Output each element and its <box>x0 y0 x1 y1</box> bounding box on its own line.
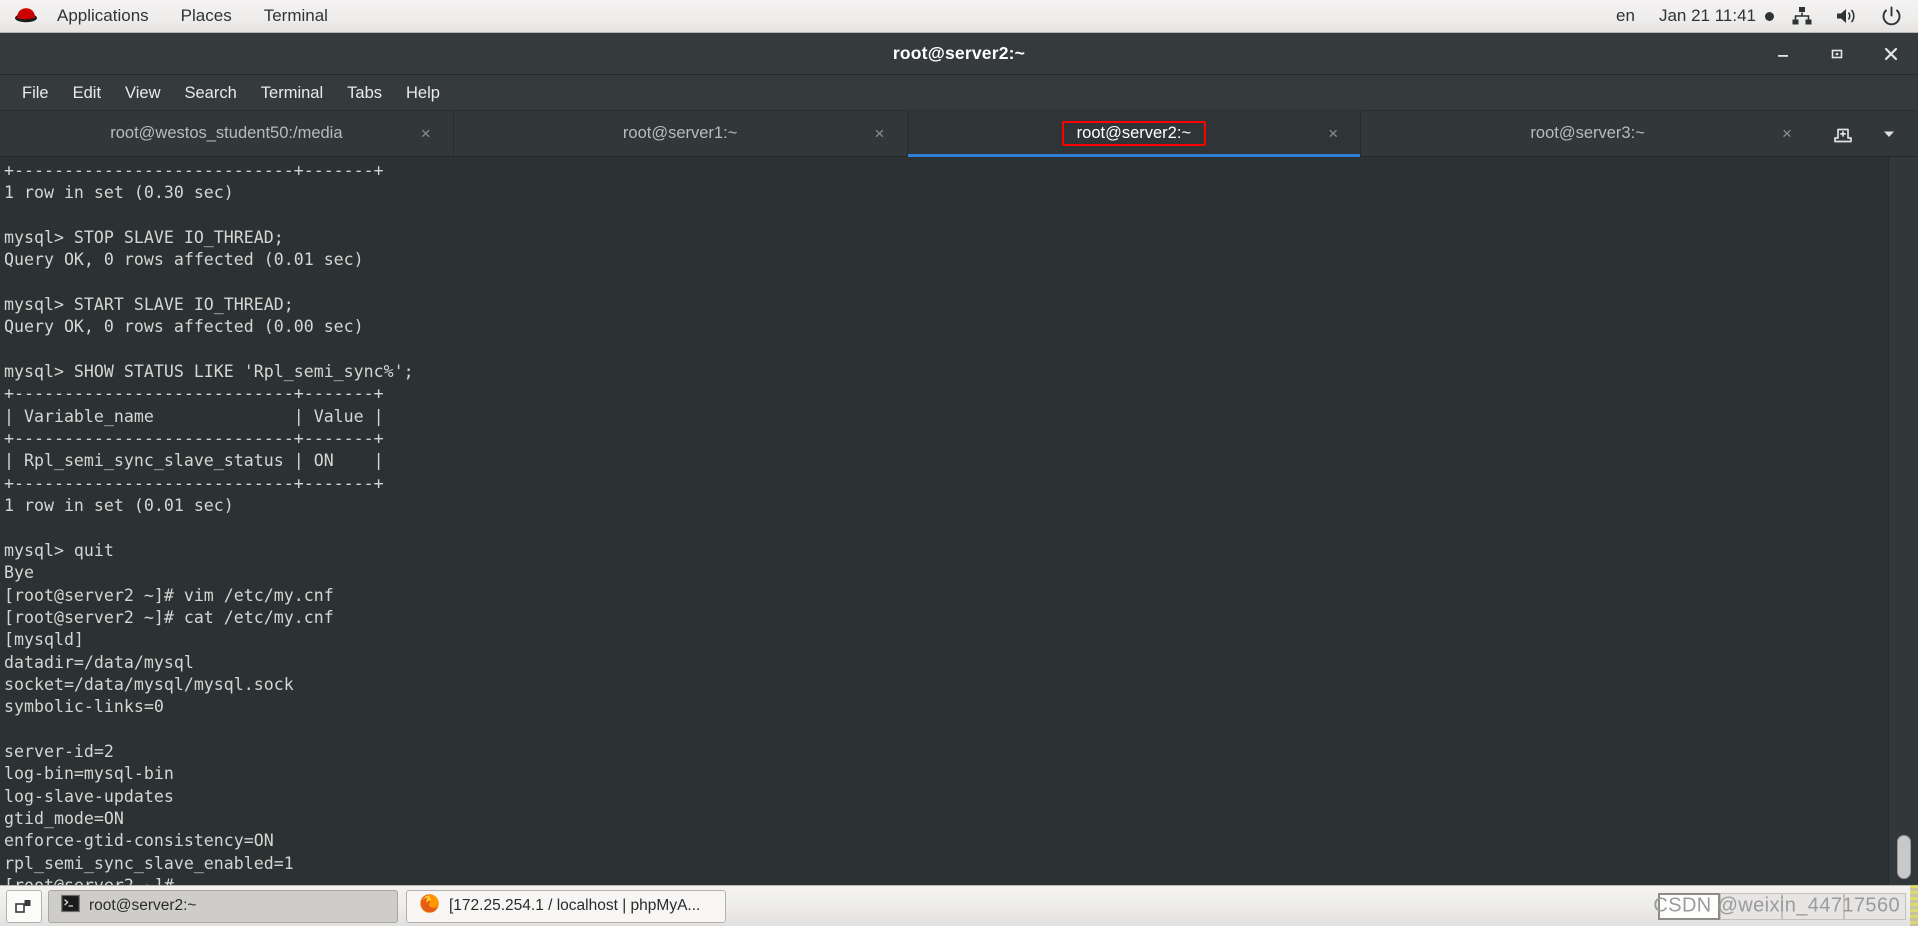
workspace-2[interactable] <box>1720 892 1782 920</box>
menu-search[interactable]: Search <box>173 78 249 108</box>
tab-bar-actions <box>1814 111 1918 156</box>
tab-root-server1[interactable]: root@server1:~ × <box>454 111 908 156</box>
tab-label: root@server1:~ <box>622 124 738 142</box>
taskbar-item-label: [172.25.254.1 / localhost | phpMyA... <box>449 897 701 914</box>
menu-terminal[interactable]: Terminal <box>249 78 335 108</box>
chevron-down-icon[interactable] <box>1866 111 1912 156</box>
tab-root-server3[interactable]: root@server3:~ × <box>1361 111 1814 156</box>
network-icon[interactable] <box>1780 6 1824 26</box>
workspace-4[interactable] <box>1844 892 1906 920</box>
tab-close-icon[interactable]: × <box>1778 124 1796 143</box>
tab-close-icon[interactable]: × <box>417 124 435 143</box>
taskbar-item-terminal[interactable]: root@server2:~ <box>48 889 398 923</box>
terminal-icon <box>61 894 80 918</box>
show-desktop-icon[interactable] <box>6 889 42 923</box>
menu-view[interactable]: View <box>113 78 172 108</box>
tab-root-westos-student50[interactable]: root@westos_student50:/media × <box>0 111 454 156</box>
terminal-scrollbar-thumb[interactable] <box>1897 835 1911 879</box>
volume-icon[interactable] <box>1824 6 1870 26</box>
tab-bar: root@westos_student50:/media × root@serv… <box>0 111 1918 157</box>
window-controls <box>1756 33 1918 75</box>
tab-label: root@server3:~ <box>1530 124 1645 142</box>
power-icon[interactable] <box>1870 6 1918 27</box>
bottom-taskbar: root@server2:~ [172.25.254.1 / localhost… <box>0 885 1918 926</box>
tab-label: root@server2:~ <box>1061 121 1207 146</box>
workspace-1[interactable] <box>1658 892 1720 920</box>
workspace-3[interactable] <box>1782 892 1844 920</box>
clock-text: Jan 21 11:41 <box>1658 6 1756 25</box>
menu-bar: File Edit View Search Terminal Tabs Help <box>0 75 1918 111</box>
taskbar-item-label: root@server2:~ <box>89 897 197 914</box>
notification-dot-icon <box>1765 11 1774 21</box>
tab-root-server2[interactable]: root@server2:~ × <box>907 111 1362 157</box>
terminal-output-area[interactable]: +----------------------------+-------+ 1… <box>0 157 1918 885</box>
window-title-bar: root@server2:~ <box>0 33 1918 75</box>
menu-tabs[interactable]: Tabs <box>335 78 394 108</box>
workspace-switcher[interactable] <box>1658 892 1906 920</box>
screen-edge-strip <box>1910 885 1918 926</box>
clock[interactable]: Jan 21 11:41 <box>1649 6 1780 26</box>
tab-close-icon[interactable]: × <box>871 124 889 143</box>
top-menu-terminal[interactable]: Terminal <box>248 0 344 32</box>
new-tab-icon[interactable] <box>1820 111 1866 156</box>
terminal-window: root@server2:~ File Edit View Search Ter… <box>0 33 1918 885</box>
terminal-text: +----------------------------+-------+ 1… <box>4 161 414 885</box>
gnome-top-panel: Applications Places Terminal en Jan 21 1… <box>0 0 1918 33</box>
top-menu-applications[interactable]: Applications <box>41 0 165 32</box>
top-menu-places[interactable]: Places <box>165 0 248 32</box>
taskbar-item-firefox[interactable]: [172.25.254.1 / localhost | phpMyA... <box>406 889 726 923</box>
maximize-button[interactable] <box>1810 33 1864 75</box>
redhat-logo <box>13 6 39 26</box>
keyboard-language-indicator[interactable]: en <box>1602 6 1649 26</box>
terminal-scrollbar[interactable] <box>1888 157 1918 885</box>
tab-label: root@westos_student50:/media <box>110 124 343 142</box>
minimize-button[interactable] <box>1756 33 1810 75</box>
menu-help[interactable]: Help <box>394 78 452 108</box>
close-button[interactable] <box>1864 33 1918 75</box>
window-title: root@server2:~ <box>892 43 1026 63</box>
firefox-icon <box>419 893 440 919</box>
menu-file[interactable]: File <box>10 78 61 108</box>
menu-edit[interactable]: Edit <box>61 78 113 108</box>
tab-close-icon[interactable]: × <box>1324 124 1342 143</box>
